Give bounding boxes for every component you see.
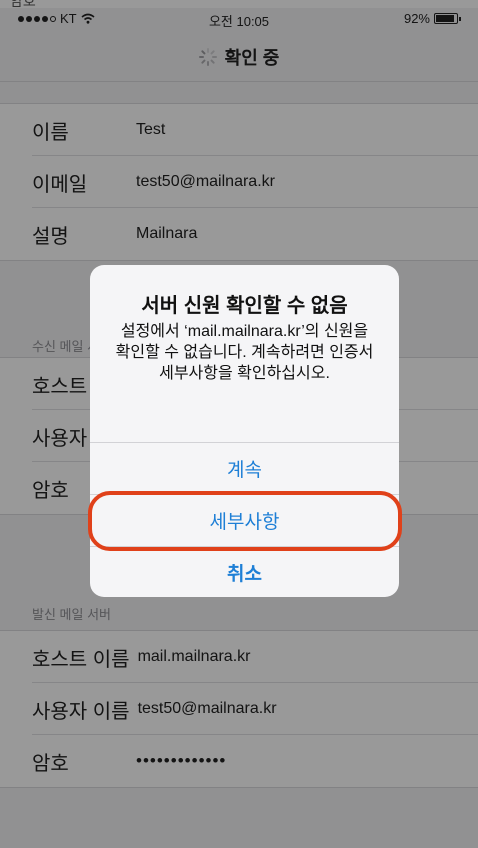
- alert-message: 설정에서 ‘mail.mailnara.kr’의 신원을 확인할 수 없습니다.…: [115, 323, 374, 382]
- details-highlight-annotation: [88, 491, 402, 551]
- cancel-button[interactable]: 취소: [90, 546, 399, 597]
- alert-title: 서버 신원 확인할 수 없음: [141, 295, 348, 317]
- continue-button[interactable]: 계속: [90, 442, 399, 494]
- mail-settings-screen: 암호 KT 오전 10:05 92% 확인 중 이름 Test 이메일 test…: [0, 0, 478, 848]
